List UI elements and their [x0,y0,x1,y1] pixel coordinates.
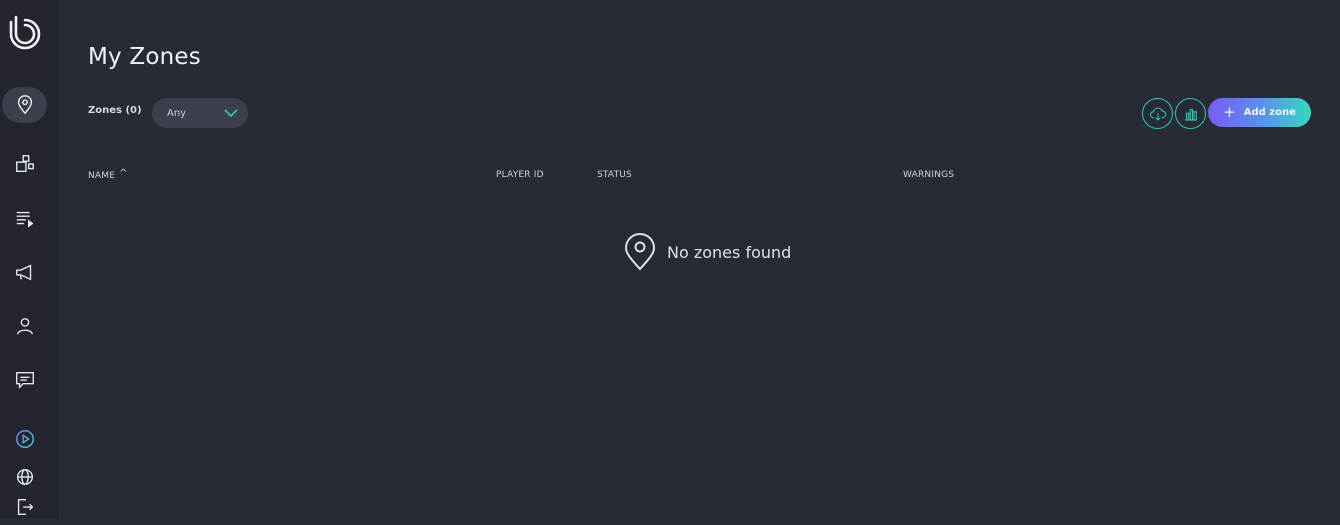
column-header-player-id[interactable]: PLAYER ID [496,170,544,180]
status-filter-value: Any [167,107,187,119]
statistics-button[interactable] [1175,98,1206,129]
map-pin-icon [624,233,656,271]
sidebar-item-zones[interactable] [2,87,47,123]
add-zone-label: Add zone [1243,107,1296,118]
megaphone-icon [15,264,31,281]
shapes-icon [15,155,34,173]
column-header-name-label: NAME [88,171,116,181]
sidebar-item-content[interactable] [2,146,47,182]
sidebar [0,0,60,518]
sort-ascending-icon: ^ [119,168,128,179]
map-pin-icon [17,95,32,115]
play-circle-icon [15,430,34,448]
column-header-status[interactable]: STATUS [597,170,632,180]
sidebar-item-announcements[interactable] [2,254,47,290]
globe-icon [16,468,33,486]
sidebar-item-account[interactable] [2,308,47,344]
sidebar-item-logout[interactable] [2,489,47,525]
sidebar-item-messages[interactable] [2,362,47,398]
status-filter-select[interactable]: Any [152,98,248,128]
empty-state: No zones found [623,233,791,271]
chat-icon [15,371,34,389]
plus-icon: + [1223,103,1236,121]
brand-logo-icon[interactable] [7,14,43,50]
bar-chart-icon [1184,108,1197,121]
empty-state-text: No zones found [667,242,792,262]
logout-icon [17,498,33,516]
column-header-warnings[interactable]: WARNINGS [903,170,954,180]
chevron-down-icon [224,109,238,118]
page-title: My Zones [88,44,201,70]
column-header-name[interactable]: NAME ^ [88,168,128,181]
zones-count-label: Zones (0) [88,105,142,116]
add-zone-button[interactable]: + Add zone [1208,98,1311,127]
cloud-download-icon [1149,107,1166,121]
main-content: My Zones Zones (0) Any + Add zone NAME ^ … [60,0,1340,518]
sidebar-item-player[interactable] [2,421,47,457]
sidebar-item-playlists[interactable] [2,200,47,236]
download-button[interactable] [1142,98,1173,129]
user-icon [16,317,33,335]
playlist-icon [16,211,33,228]
